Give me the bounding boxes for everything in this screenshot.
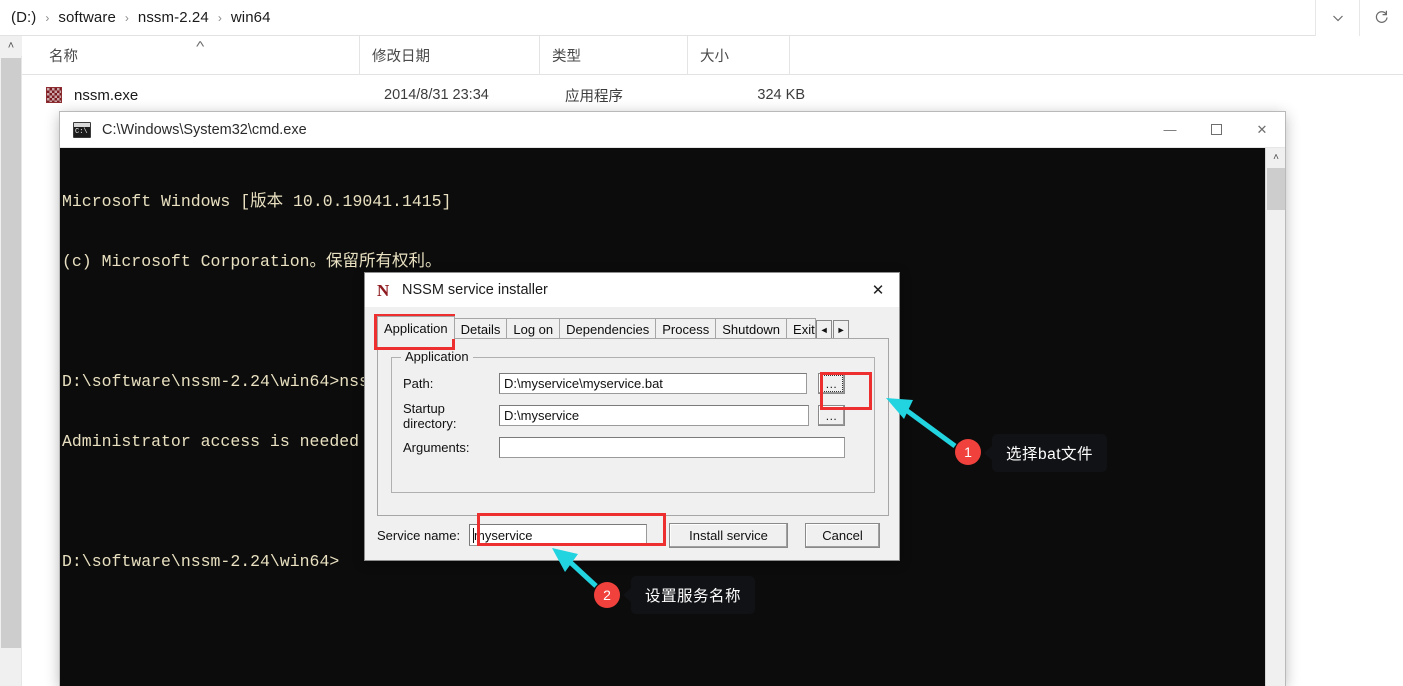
arrow-2 bbox=[552, 548, 598, 588]
tab-application[interactable]: Application bbox=[377, 316, 455, 339]
annotation-callout-2: 设置服务名称 bbox=[622, 576, 756, 614]
annotation-bubble-1: 1 bbox=[955, 439, 981, 465]
annotation-bubble-2: 2 bbox=[594, 582, 620, 608]
annotation-callout-1: 选择bat文件 bbox=[983, 434, 1108, 472]
screenshot-root: (D:) › software › nssm-2.24 › win64 名称 ˄… bbox=[0, 0, 1403, 686]
arrow-1 bbox=[886, 398, 957, 449]
